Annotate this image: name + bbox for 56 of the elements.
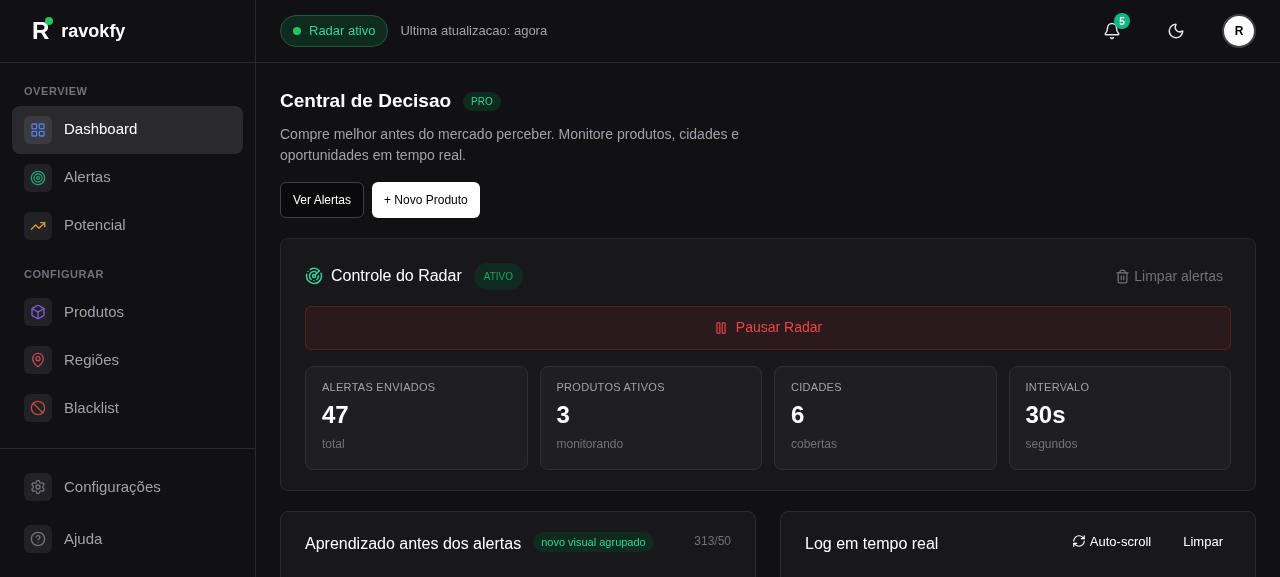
clear-log-button[interactable]: Limpar (1183, 531, 1223, 551)
card-title: Log em tempo real (805, 533, 939, 554)
stat-value: 3 (556, 400, 571, 430)
sidebar-item[interactable]: Configurações (12, 461, 243, 513)
sidebar-item[interactable]: Potencial (12, 201, 243, 250)
map-pin-icon (24, 346, 52, 374)
last-update-text: Ultima atualizacao: agora (400, 22, 548, 41)
stat-label: ALERTAS ENVIADOS (322, 379, 437, 395)
bell-icon (1103, 22, 1121, 40)
sidebar-item[interactable]: Alertas (12, 153, 243, 202)
ban-icon (24, 394, 52, 422)
active-badge: ATIVO (473, 262, 523, 290)
section-label: OVERVIEW (23, 84, 89, 99)
trending-up-icon (24, 211, 52, 240)
stat-unit: total (322, 436, 346, 453)
count-text: 313/50 (694, 532, 731, 550)
feature-badge: novo visual agrupado (533, 531, 654, 552)
box-icon (24, 298, 52, 326)
notification-count: 5 (1114, 13, 1130, 29)
gear-icon (24, 473, 52, 501)
page-title: Central de Decisao (280, 89, 452, 113)
help-icon (24, 525, 52, 553)
moon-icon (1167, 22, 1185, 40)
stat-unit: monitorando (556, 436, 625, 453)
stat-label: INTERVALO (1025, 379, 1091, 395)
target-icon (24, 163, 52, 192)
brand-name: ravokfy (61, 19, 126, 43)
sidebar-item[interactable]: Blacklist (12, 384, 243, 432)
stat-label: CIDADES (791, 379, 843, 395)
trash-icon (1115, 268, 1131, 284)
action-button[interactable]: Ver Alertas (280, 181, 365, 218)
pause-icon (713, 320, 728, 335)
stat-label: PRODUTOS ATIVOS (556, 379, 666, 395)
stat-unit: segundos (1025, 436, 1079, 453)
page-description: Compre melhor antes do mercado perceber. Monitore produtos, cidades e oportunidades em tempo real. (280, 124, 741, 165)
stat-unit: cobertas (791, 436, 839, 453)
avatar-button[interactable]: R (1222, 14, 1256, 48)
stat-value: 30s (1025, 400, 1067, 430)
auto-scroll-button[interactable]: Auto-scroll (1071, 531, 1152, 551)
status-badge: Radar ativo (280, 15, 389, 47)
action-button[interactable]: + Novo Produto (372, 181, 480, 218)
stat-value: 47 (322, 400, 350, 430)
radar-icon (305, 267, 323, 285)
card-title: Controle do Radar (331, 266, 462, 286)
section-label: CONFIGURAR (23, 266, 106, 282)
sidebar-item[interactable]: Dashboard (12, 105, 243, 154)
stat-value: 6 (791, 400, 806, 430)
refresh-icon (1071, 534, 1086, 549)
sidebar-item[interactable]: Regiões (12, 336, 243, 384)
sidebar-item[interactable]: Produtos (12, 288, 243, 336)
sidebar-item[interactable]: Ajuda (12, 513, 243, 565)
pro-badge: PRO (463, 91, 501, 111)
card-title: Aprendizado antes dos alertas (305, 533, 522, 554)
clear-alerts-button[interactable]: Limpar alertas (1115, 265, 1223, 287)
grid-icon (24, 115, 52, 144)
pause-radar-button[interactable]: Pausar Radar (305, 305, 1231, 350)
